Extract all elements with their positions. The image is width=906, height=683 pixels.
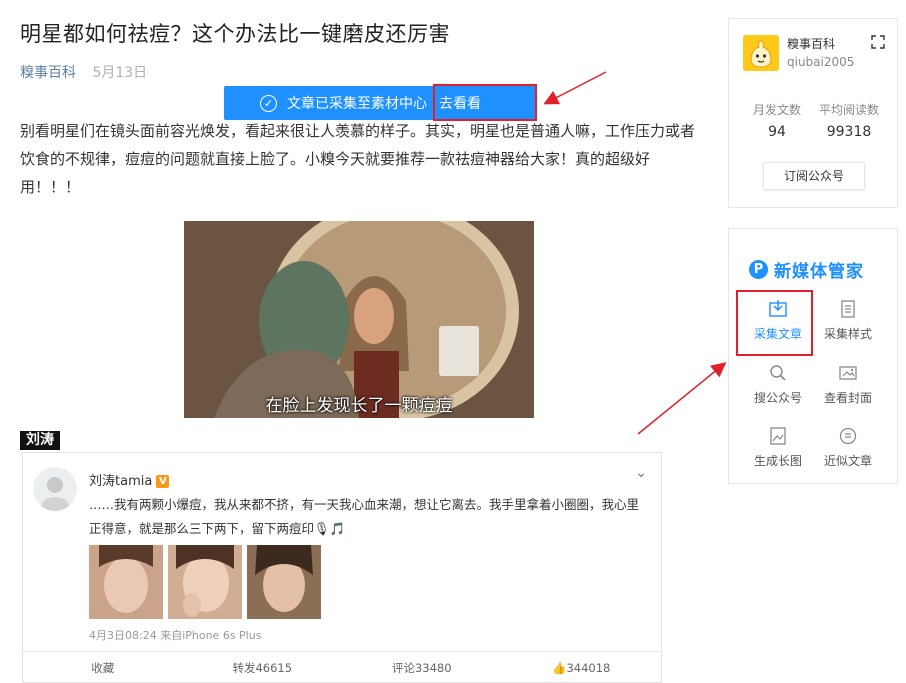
subscribe-button[interactable]: 订阅公众号 bbox=[763, 162, 865, 190]
photo-illustration bbox=[184, 221, 534, 418]
article-image: 在脸上发现长了一颗痘痘 bbox=[184, 221, 534, 418]
weibo-photo bbox=[168, 545, 242, 619]
brand-logo-icon: P bbox=[749, 260, 768, 279]
tool-label: 搜公众号 bbox=[753, 391, 802, 405]
search-account-button[interactable]: 搜公众号 bbox=[743, 363, 813, 406]
favorite-button[interactable]: 收藏 bbox=[23, 652, 183, 683]
arrow-to-collect bbox=[637, 362, 727, 435]
long-image-button[interactable]: 生成长图 bbox=[743, 426, 813, 469]
article-meta: 糗事百科 5月13日 bbox=[20, 62, 147, 82]
similar-article-icon bbox=[839, 427, 857, 445]
collect-style-icon bbox=[841, 300, 855, 318]
comment-button[interactable]: 评论33480 bbox=[342, 652, 502, 683]
stat-label: 月发文数 bbox=[752, 103, 801, 117]
tool-label: 查看封面 bbox=[823, 391, 872, 405]
stat-label: 平均阅读数 bbox=[818, 103, 879, 117]
brand-title: P 新媒体管家 bbox=[749, 257, 864, 282]
weibo-photo bbox=[89, 545, 163, 619]
stat-monthly-posts: 月发文数 94 bbox=[747, 101, 807, 140]
account-card: 糗事百科 qiubai2005 月发文数 94 平均阅读数 99318 订阅公众… bbox=[728, 18, 898, 208]
weibo-photo bbox=[247, 545, 321, 619]
weibo-timestamp: 4月3日08:24 来自iPhone 6s Plus bbox=[89, 629, 262, 642]
weibo-username-text: 刘涛tamia bbox=[89, 474, 153, 489]
search-icon bbox=[770, 365, 786, 381]
account-name: 糗事百科 bbox=[787, 37, 836, 51]
collect-style-button[interactable]: 采集样式 bbox=[813, 299, 883, 342]
account-link[interactable]: 糗事百科 bbox=[20, 65, 76, 81]
like-button[interactable]: 👍344018 bbox=[502, 652, 662, 683]
article-title: 明星都如何祛痘？这个办法比一键磨皮还厉害 bbox=[20, 22, 450, 46]
cover-image-icon bbox=[839, 366, 857, 380]
stat-avg-reads: 平均阅读数 99318 bbox=[813, 101, 885, 140]
tool-label: 近似文章 bbox=[823, 454, 872, 468]
article-paragraph: 别看明星们在镜头面前容光焕发，看起来很让人羡慕的样子。其实，明星也是普通人嘛，工… bbox=[20, 122, 696, 196]
stat-value: 99318 bbox=[826, 124, 872, 140]
verified-badge-icon: V bbox=[156, 475, 170, 488]
avatar bbox=[33, 467, 77, 511]
similar-article-button[interactable]: 近似文章 bbox=[813, 426, 883, 469]
repost-button[interactable]: 转发46615 bbox=[183, 652, 343, 683]
toast-message: 文章已采集至素材中心 bbox=[287, 96, 427, 112]
weibo-post-screenshot: 刘涛tamia V ⌄ ……我有两颗小爆痘，我从来都不挤，有一天我心血来潮，想让它… bbox=[22, 452, 662, 683]
weibo-text: ……我有两颗小爆痘，我从来都不挤，有一天我心血来潮，想让它离去。我手里拿着小圈圈… bbox=[89, 497, 640, 536]
long-image-icon bbox=[770, 427, 786, 445]
check-circle-icon: ✓ bbox=[260, 94, 277, 112]
brand-name: 新媒体管家 bbox=[774, 262, 864, 282]
highlight-box-collect bbox=[736, 290, 813, 356]
like-count: 344018 bbox=[566, 661, 611, 675]
view-cover-button[interactable]: 查看封面 bbox=[813, 363, 883, 406]
stat-value: 94 bbox=[768, 124, 786, 140]
weibo-username: 刘涛tamia V bbox=[89, 470, 170, 489]
tool-label: 采集样式 bbox=[823, 327, 872, 341]
arrow-to-toast bbox=[543, 71, 607, 105]
expand-icon[interactable] bbox=[871, 35, 885, 49]
chevron-down-icon: ⌄ bbox=[635, 465, 647, 481]
highlight-box-view-link bbox=[433, 84, 537, 121]
name-tag: 刘涛 bbox=[20, 431, 60, 450]
thumbs-up-icon: 👍 bbox=[552, 661, 567, 675]
publish-date: 5月13日 bbox=[92, 65, 148, 81]
account-id: qiubai2005 bbox=[787, 55, 855, 69]
image-caption: 在脸上发现长了一颗痘痘 bbox=[265, 396, 453, 416]
tool-label: 生成长图 bbox=[753, 454, 802, 468]
media-manager-panel: P 新媒体管家 采集文章 采集样式 搜公众号 查看封面 生成长图 近似文章 bbox=[728, 228, 898, 484]
account-logo bbox=[743, 35, 779, 71]
weibo-action-bar: 收藏 转发46615 评论33480 👍344018 bbox=[23, 651, 661, 683]
